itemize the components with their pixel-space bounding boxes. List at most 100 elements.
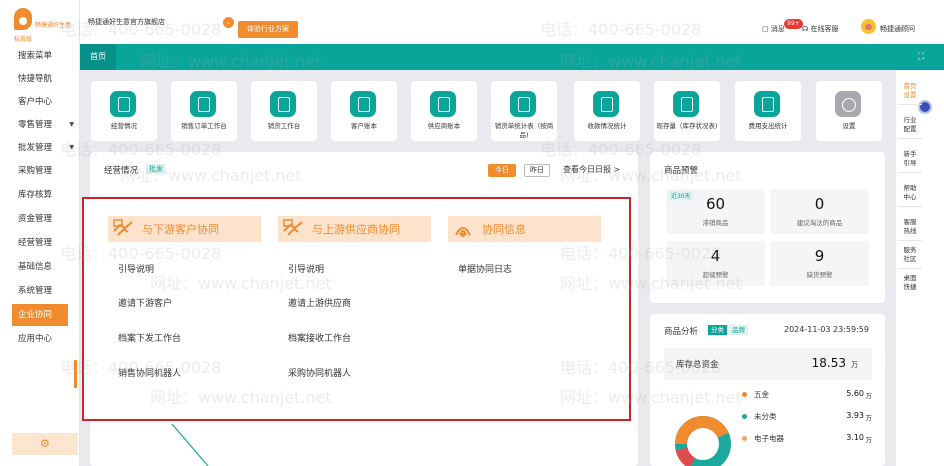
online-service-button[interactable]: ☊ 在线客服	[802, 24, 838, 34]
legend-row: 五金 5.60 万	[742, 388, 872, 402]
sidebar-item-label: 资金管理	[18, 214, 53, 224]
stat-label: 建议淘汰的商品	[796, 219, 843, 227]
sidebar-item-funds[interactable]: 资金管理	[0, 208, 80, 230]
tab-home[interactable]: 首页	[80, 44, 116, 70]
daily-report-link[interactable]: 查看今日日报 >	[563, 164, 620, 175]
ledger-icon	[430, 91, 456, 117]
stat-overstock[interactable]: 4 超储预警	[666, 241, 765, 286]
legend-unit: 万	[865, 414, 873, 422]
sidebar-item-customer-center[interactable]: 客户中心	[0, 91, 80, 113]
tile-inventory-7[interactable]: 现存量（库存状况表)	[654, 81, 720, 141]
legend-name: 未分类	[754, 412, 777, 421]
tile-expense-8[interactable]: 费用支出统计	[735, 81, 801, 141]
assistant-icon[interactable]	[918, 100, 932, 114]
stat-label: 滞销商品	[702, 219, 729, 227]
avatar[interactable]	[861, 19, 876, 34]
category-donut-chart[interactable]	[670, 411, 736, 466]
sidebar-item-label: 企业协同	[18, 310, 53, 320]
tile-report-0[interactable]: 经营情况	[91, 81, 157, 141]
inventory-label: 库存总资金	[676, 360, 719, 370]
invite-upstream-link[interactable]: 邀请上游供应商	[288, 296, 351, 309]
legend-dot	[742, 436, 747, 441]
legend-value: 5.60	[846, 389, 864, 398]
right-strip-item[interactable]: 首页 设置	[898, 82, 922, 100]
handshake-icon	[283, 219, 303, 236]
legend-name: 电子电器	[754, 434, 784, 443]
right-strip-item[interactable]: 服务 社区	[898, 246, 922, 264]
legend-dot	[742, 392, 747, 397]
card-title: 商品预警	[664, 166, 699, 176]
archive-receive-link[interactable]: 档案接收工作台	[288, 331, 351, 344]
tile-label: 现存量（库存状况表)	[656, 122, 718, 130]
product-warning-card: 商品预警 近30天 60 滞销商品 0 建议淘汰的商品 4 超储预警 9 缺货预…	[650, 152, 885, 303]
tile-ledger-3[interactable]: 客户账本	[331, 81, 397, 141]
sidebar-item-retail[interactable]: 零售管理 ▼	[0, 114, 80, 136]
sidebar-item-search-menu[interactable]: 搜索菜单	[0, 45, 80, 67]
sidebar: 畅捷通好生意 标准版 搜索菜单 快捷导航 客户中心 零售管理 ▼ 批发管理 ▼ 采购…	[0, 0, 80, 466]
right-strip-item[interactable]: 行业 配置	[898, 116, 922, 134]
stat-label: 缺货预警	[806, 271, 833, 279]
sidebar-item-collaboration[interactable]: 企业协同	[12, 304, 68, 326]
sidebar-scroll-indicator[interactable]	[74, 360, 77, 388]
stat-eliminate[interactable]: 0 建议淘汰的商品	[770, 189, 869, 234]
yesterday-button[interactable]: 昨日	[524, 164, 550, 177]
collaboration-menu-popup: 与下游客户协同 与上游供应商协同 协同信息 引导说明 邀请下游客户 档案下发工作…	[82, 197, 631, 421]
tile-order-1[interactable]: 销售订单工作台	[171, 81, 237, 141]
right-strip-item[interactable]: 客服 热线	[898, 218, 922, 236]
legend-unit: 万	[865, 392, 873, 400]
messages-button[interactable]: ▢ 消息	[762, 24, 785, 34]
sidebar-item-purchase[interactable]: 采购管理	[0, 160, 80, 182]
archive-dispatch-link[interactable]: 档案下发工作台	[118, 331, 181, 344]
tile-label: 客户账本	[351, 122, 377, 130]
gear-icon	[835, 91, 861, 117]
username[interactable]: 畅捷通顾问	[880, 24, 915, 34]
purchase-bot-link[interactable]: 采购协同机器人	[288, 366, 351, 379]
tile-stats-5[interactable]: 销货单统计表（按商品)	[491, 81, 557, 141]
stat-shortage[interactable]: 9 缺货预警	[770, 241, 869, 286]
sync-log-link[interactable]: 单据协同日志	[458, 262, 512, 275]
right-strip-item[interactable]: 新手 引导	[898, 150, 922, 168]
right-strip-item[interactable]: 帮助 中心	[898, 184, 922, 202]
sidebar-item-system[interactable]: 系统管理	[0, 280, 80, 302]
inventory-total: 库存总资金 18.53 万	[664, 348, 872, 380]
upstream-guide-link[interactable]: 引导说明	[288, 262, 324, 275]
tile-sales-2[interactable]: 销货工作台	[251, 81, 317, 141]
column-header-info: 协同信息	[448, 216, 601, 242]
tile-ledger-4[interactable]: 供应商账本	[411, 81, 477, 141]
brand-name: 畅捷通好生意	[35, 22, 72, 29]
tile-receipt-6[interactable]: 收款情况统计	[574, 81, 640, 141]
sidebar-item-label: 库存核算	[18, 190, 53, 200]
tab-category[interactable]: 分类	[708, 325, 727, 335]
right-strip-item[interactable]: 桌面 快捷	[898, 274, 922, 292]
right-strip-divider	[898, 138, 922, 139]
sidebar-item-basic-info[interactable]: 基础信息	[0, 256, 80, 278]
tile-label: 设置	[842, 122, 856, 130]
order-icon	[190, 91, 216, 117]
stat-slow-moving[interactable]: 近30天 60 滞销商品	[666, 189, 765, 234]
downstream-guide-link[interactable]: 引导说明	[118, 262, 154, 275]
invite-downstream-link[interactable]: 邀请下游客户	[118, 296, 172, 309]
trend-line	[171, 423, 209, 466]
message-count-badge: 99+	[784, 19, 803, 29]
sidebar-item-business[interactable]: 经营管理	[0, 232, 80, 254]
fullscreen-icon[interactable]: ⛶	[918, 52, 924, 62]
store-name[interactable]: 畅捷通好生意官方旗舰店	[88, 17, 165, 27]
industry-plan-button[interactable]: 体验行业方案	[238, 21, 298, 38]
sidebar-item-inventory[interactable]: 库存核算	[0, 184, 80, 206]
legend-row: 未分类 3.93 万	[742, 410, 872, 424]
report-icon	[110, 91, 136, 117]
sidebar-item-app-center[interactable]: 应用中心	[0, 328, 80, 350]
trend-chart	[90, 414, 250, 466]
tile-gear-9[interactable]: 设置	[816, 81, 882, 141]
store-dropdown-icon[interactable]: ⌄	[223, 17, 234, 28]
legend-value: 3.93	[846, 411, 864, 420]
sidebar-item-quick-nav[interactable]: 快捷导航	[0, 68, 80, 90]
wholesale-tag[interactable]: 批发	[146, 164, 166, 174]
sidebar-settings-button[interactable]: ⚙	[12, 433, 78, 455]
sales-bot-link[interactable]: 销售协同机器人	[118, 366, 181, 379]
chevron-down-icon: ▼	[69, 144, 74, 151]
inventory-icon	[673, 91, 699, 117]
today-button[interactable]: 今日	[488, 164, 516, 177]
tab-brand[interactable]: 品牌	[729, 325, 748, 335]
sidebar-item-wholesale[interactable]: 批发管理 ▼	[0, 137, 80, 159]
